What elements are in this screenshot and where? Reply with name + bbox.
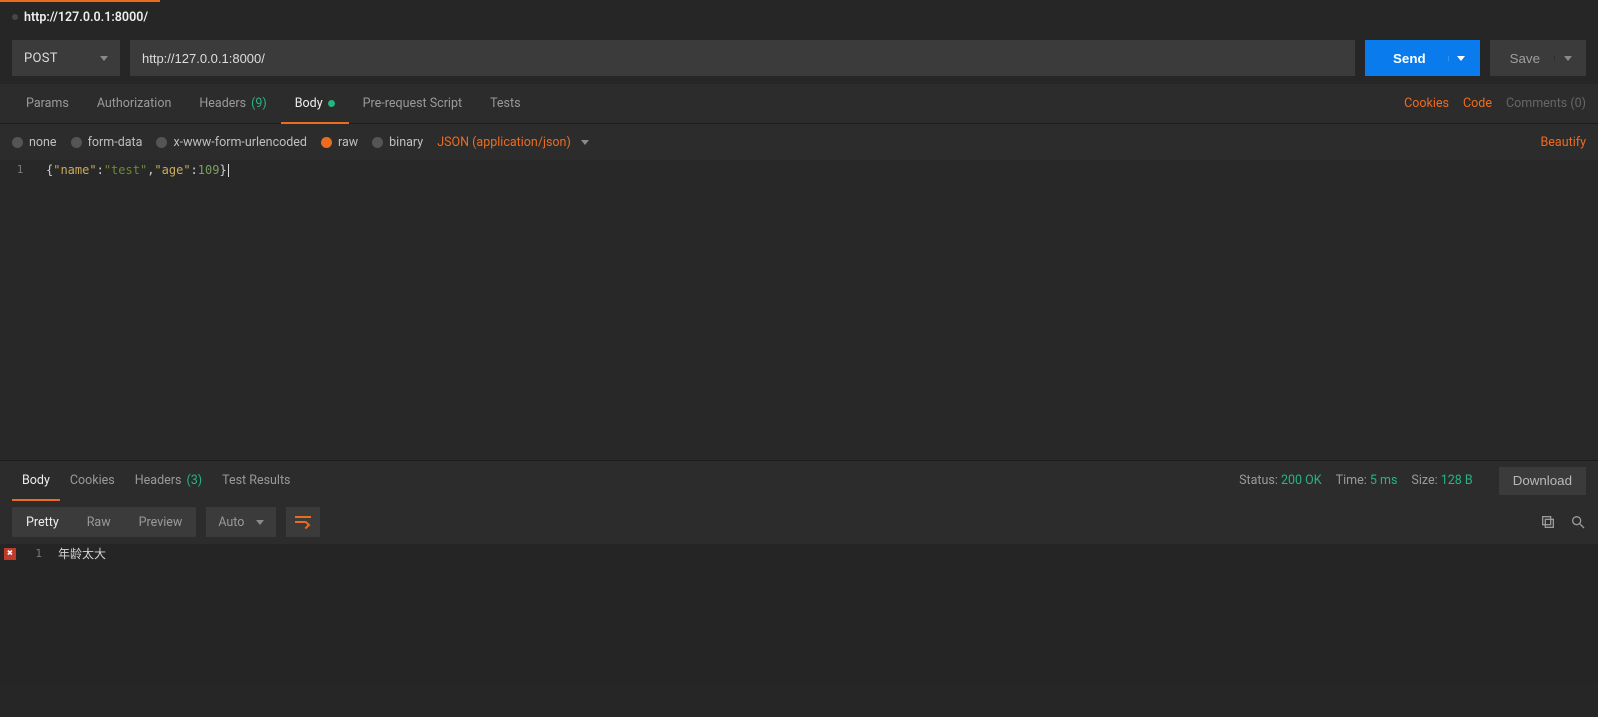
line-number: 1 bbox=[0, 160, 40, 180]
send-button-label: Send bbox=[1371, 51, 1448, 66]
error-marker-icon: ✖ bbox=[4, 548, 16, 560]
headers-count: (9) bbox=[251, 96, 267, 111]
url-input[interactable] bbox=[130, 40, 1355, 76]
tab-tests[interactable]: Tests bbox=[476, 84, 534, 123]
chevron-down-icon bbox=[1564, 56, 1572, 61]
comments-link[interactable]: Comments (0) bbox=[1506, 96, 1586, 111]
tab-body[interactable]: Body bbox=[281, 85, 349, 124]
send-dropdown[interactable] bbox=[1448, 56, 1474, 61]
save-button-label: Save bbox=[1496, 51, 1554, 66]
body-type-options: none form-data x-www-form-urlencoded raw… bbox=[0, 124, 1598, 160]
radio-none[interactable]: none bbox=[12, 135, 57, 150]
resp-tab-body[interactable]: Body bbox=[12, 462, 60, 501]
view-pretty[interactable]: Pretty bbox=[12, 507, 73, 537]
request-body-editor[interactable]: 1 {"name":"test","age":109} bbox=[0, 160, 1598, 460]
http-method-value: POST bbox=[24, 51, 58, 66]
chevron-down-icon bbox=[581, 140, 589, 145]
copy-icon[interactable] bbox=[1540, 514, 1556, 530]
wrap-lines-button[interactable] bbox=[286, 507, 320, 537]
response-format-select[interactable]: Auto bbox=[206, 507, 276, 537]
request-title: http://127.0.0.1:8000/ bbox=[24, 10, 148, 25]
tab-dot-icon bbox=[12, 14, 18, 20]
chevron-down-icon bbox=[1457, 56, 1465, 61]
resp-headers-count: (3) bbox=[186, 473, 202, 488]
resp-line-number: 1 bbox=[20, 544, 50, 564]
radio-form-data[interactable]: form-data bbox=[71, 135, 143, 150]
beautify-link[interactable]: Beautify bbox=[1541, 135, 1587, 150]
view-raw[interactable]: Raw bbox=[73, 507, 125, 537]
request-bar: POST Send Save bbox=[0, 32, 1598, 84]
send-button[interactable]: Send bbox=[1365, 40, 1480, 76]
radio-x-www-form-urlencoded[interactable]: x-www-form-urlencoded bbox=[156, 135, 307, 150]
content-type-select[interactable]: JSON (application/json) bbox=[437, 135, 589, 150]
body-indicator-dot bbox=[328, 100, 335, 107]
chevron-down-icon bbox=[256, 520, 264, 525]
response-tabs: Body Cookies Headers (3) Test Results St… bbox=[0, 460, 1598, 500]
response-body[interactable]: ✖ 1 年龄太大 bbox=[0, 544, 1598, 684]
http-method-select[interactable]: POST bbox=[12, 40, 120, 76]
save-button[interactable]: Save bbox=[1490, 40, 1586, 76]
size-value: 128 B bbox=[1441, 473, 1473, 488]
time-value: 5 ms bbox=[1370, 473, 1398, 488]
view-mode-segment: Pretty Raw Preview bbox=[12, 507, 196, 537]
resp-tab-headers[interactable]: Headers (3) bbox=[125, 461, 212, 500]
code-content: {"name":"test","age":109} bbox=[40, 160, 235, 180]
tab-authorization[interactable]: Authorization bbox=[83, 84, 186, 123]
tab-headers[interactable]: Headers (9) bbox=[185, 84, 280, 123]
radio-binary[interactable]: binary bbox=[372, 135, 423, 150]
radio-raw[interactable]: raw bbox=[321, 135, 358, 150]
tab-params[interactable]: Params bbox=[12, 84, 83, 123]
request-title-tab[interactable]: http://127.0.0.1:8000/ bbox=[0, 0, 160, 32]
search-icon[interactable] bbox=[1570, 514, 1586, 530]
code-link[interactable]: Code bbox=[1463, 96, 1492, 111]
resp-tab-test-results[interactable]: Test Results bbox=[212, 461, 300, 500]
request-tabs: Params Authorization Headers (9) Body Pr… bbox=[0, 84, 1598, 124]
save-dropdown[interactable] bbox=[1554, 56, 1580, 61]
content-type-value: JSON (application/json) bbox=[437, 135, 571, 150]
view-preview[interactable]: Preview bbox=[125, 507, 197, 537]
download-button[interactable]: Download bbox=[1499, 467, 1586, 495]
cookies-link[interactable]: Cookies bbox=[1404, 96, 1449, 111]
text-cursor bbox=[228, 164, 229, 177]
tab-prerequest[interactable]: Pre-request Script bbox=[349, 84, 476, 123]
chevron-down-icon bbox=[100, 56, 108, 61]
resp-tab-cookies[interactable]: Cookies bbox=[60, 461, 125, 500]
response-meta: Status: 200 OK Time: 5 ms Size: 128 B Do… bbox=[1239, 467, 1586, 495]
status-value: 200 OK bbox=[1281, 473, 1322, 488]
response-view-bar: Pretty Raw Preview Auto bbox=[0, 500, 1598, 544]
response-text: 年龄太大 bbox=[50, 544, 106, 564]
wrap-icon bbox=[295, 516, 311, 528]
